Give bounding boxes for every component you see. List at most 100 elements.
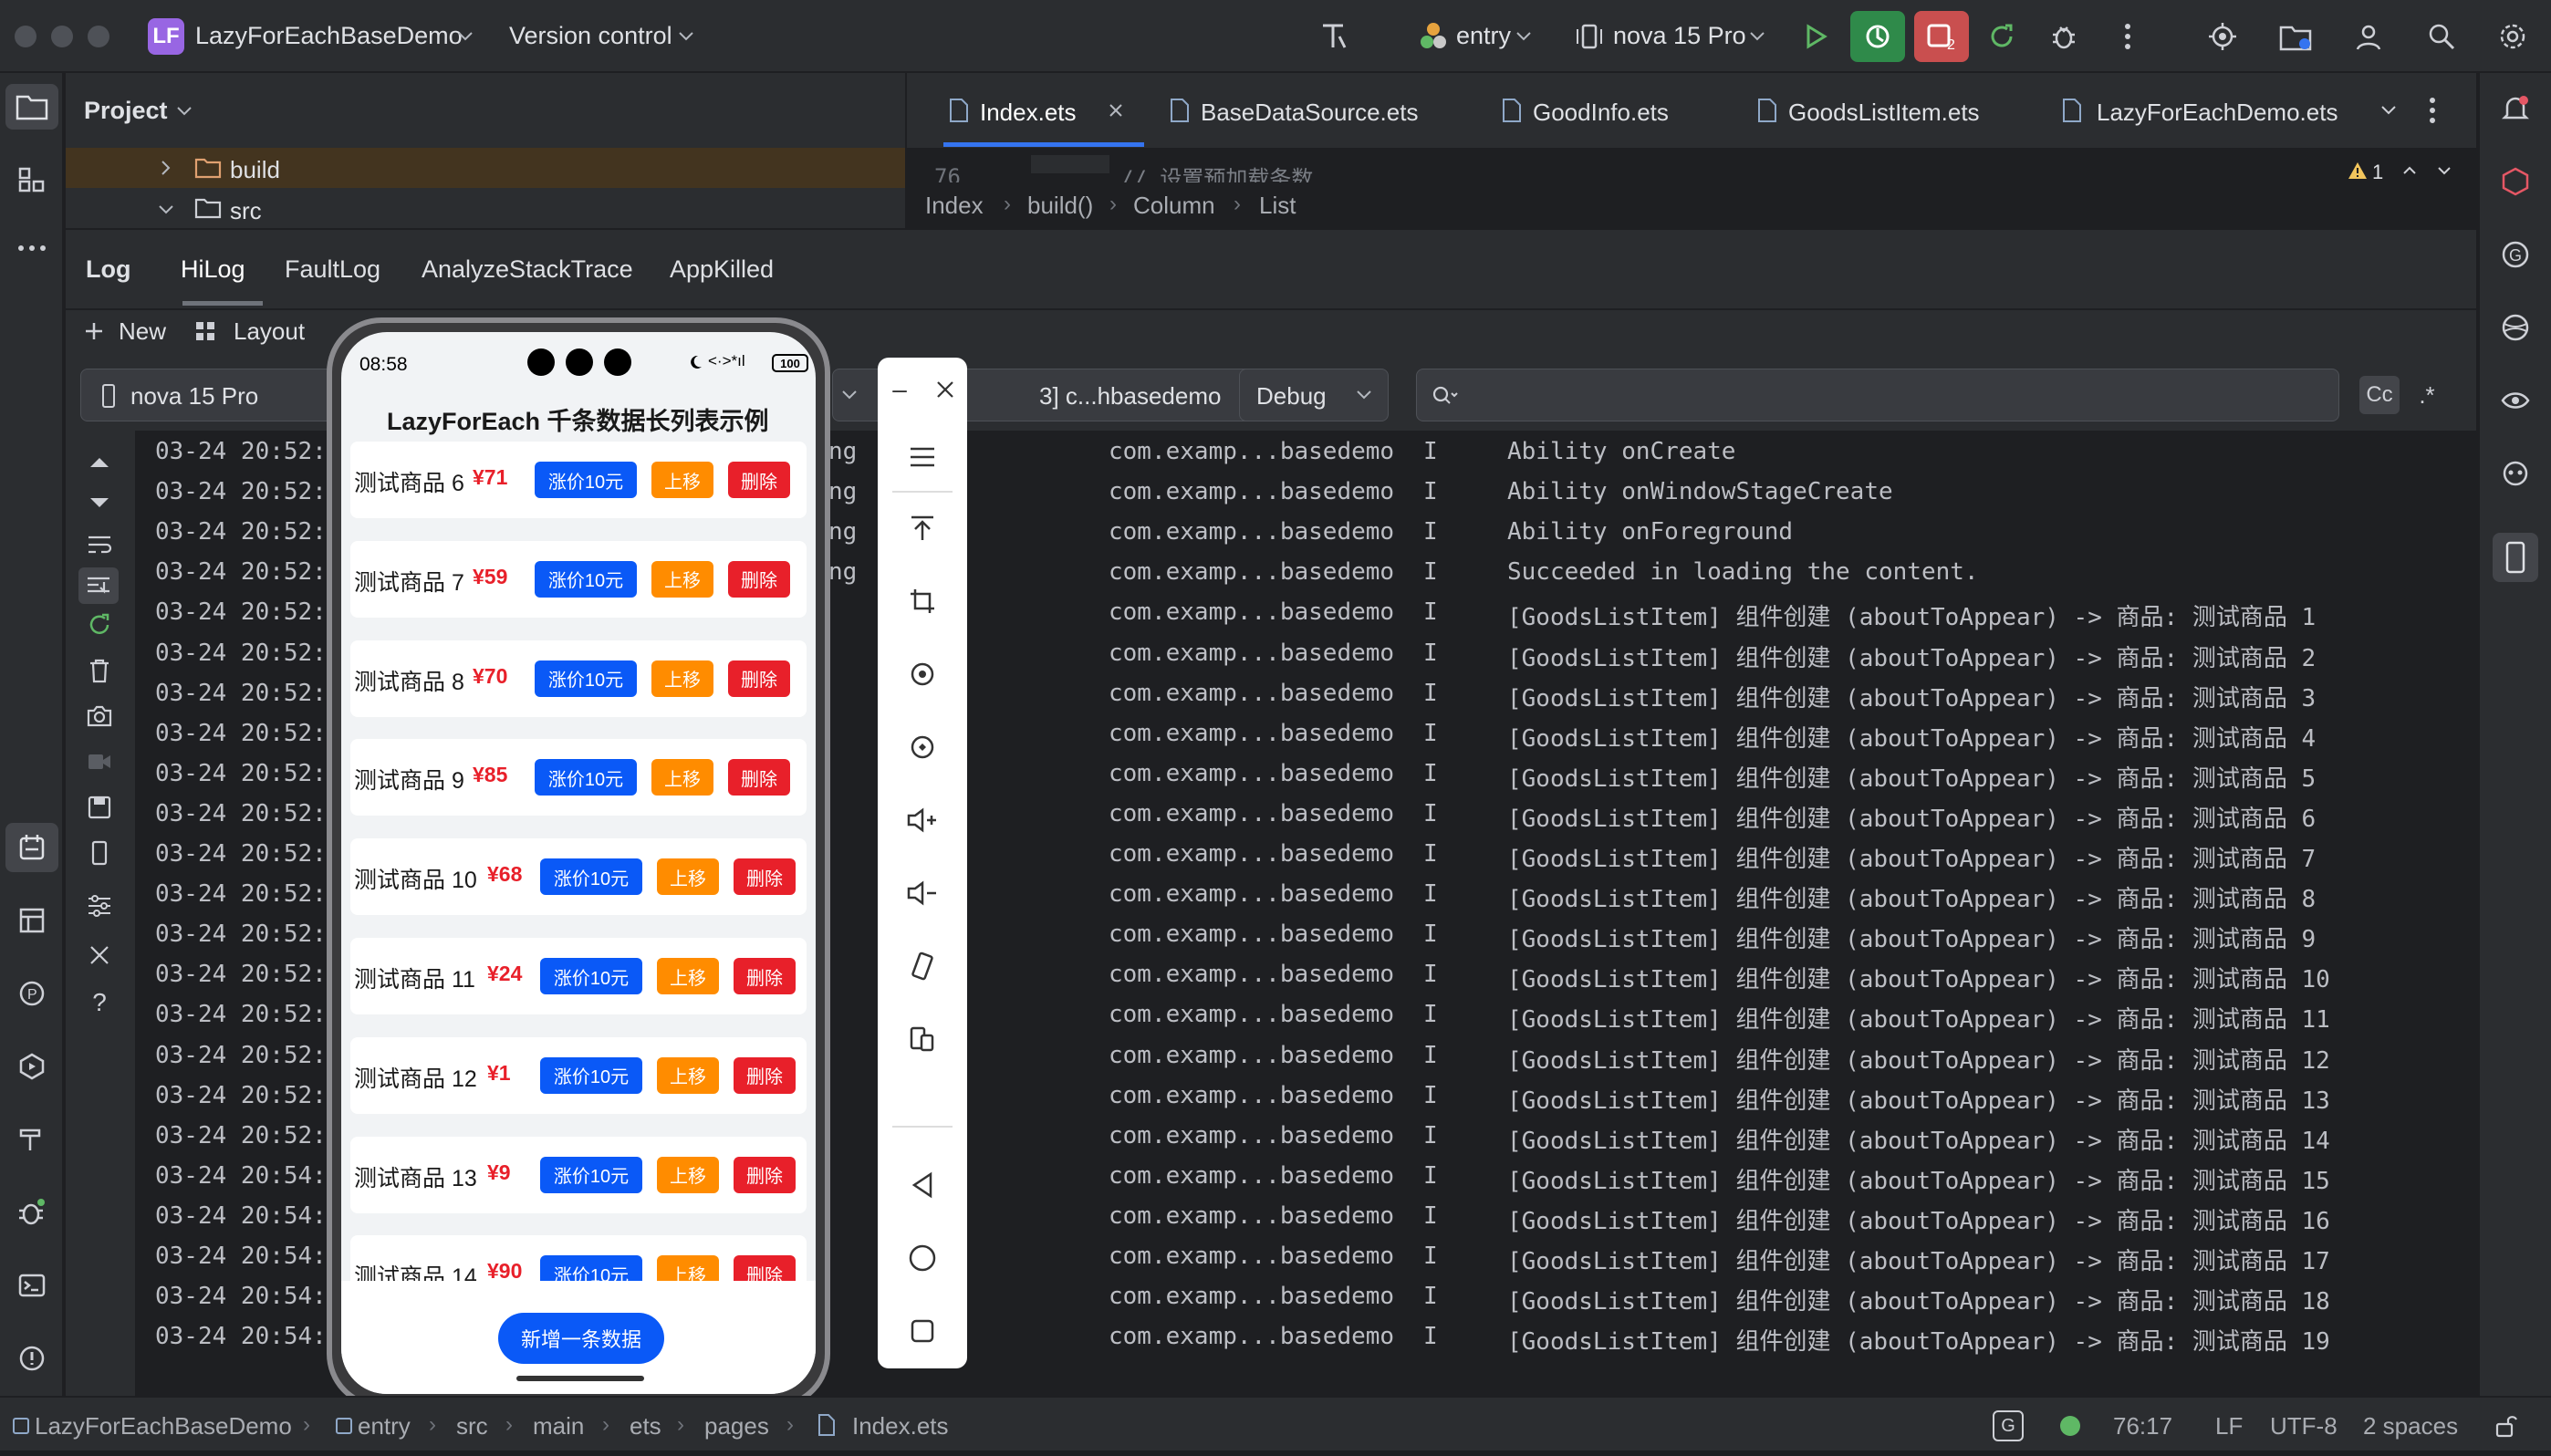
- device-filter-select[interactable]: nova 15 Pro: [80, 369, 363, 421]
- tab-analyzestacktrace[interactable]: AnalyzeStackTrace: [422, 255, 633, 284]
- apply-changes-icon[interactable]: [1850, 11, 1905, 62]
- status-breadcrumb-main[interactable]: main: [533, 1412, 584, 1440]
- more-vertical-icon[interactable]: [2108, 16, 2148, 57]
- more-horizontal-icon[interactable]: [5, 230, 58, 266]
- more-vertical-icon[interactable]: [2421, 95, 2443, 126]
- tree-row-src[interactable]: src: [66, 192, 905, 228]
- notifications-bell-icon[interactable]: [2493, 86, 2538, 131]
- device-manager-icon[interactable]: [2493, 533, 2538, 582]
- goods-list-item[interactable]: 测试商品 10 ¥68 涨价10元 上移 删除: [350, 838, 807, 916]
- debug-icon[interactable]: [2044, 16, 2084, 57]
- move-up-button[interactable]: 上移: [657, 1156, 719, 1193]
- close-icon[interactable]: [929, 376, 962, 403]
- raise-price-button[interactable]: 涨价10元: [540, 1156, 642, 1193]
- scroll-up-icon[interactable]: [84, 449, 115, 476]
- breadcrumb-index[interactable]: Index: [925, 192, 984, 220]
- tab-basedatasource[interactable]: BaseDataSource.ets: [1162, 73, 1436, 148]
- window-maximize-button[interactable]: [88, 26, 109, 47]
- volume-up-icon[interactable]: [900, 797, 945, 843]
- recents-square-icon[interactable]: [900, 1308, 945, 1354]
- log-tool-icon[interactable]: [5, 823, 58, 872]
- add-icon[interactable]: [80, 317, 108, 345]
- move-up-button[interactable]: 上移: [657, 858, 719, 896]
- breadcrumb-build[interactable]: build(): [1027, 192, 1093, 220]
- restart-icon[interactable]: [84, 609, 115, 640]
- raise-price-button[interactable]: 涨价10元: [535, 660, 637, 697]
- tree-row-build[interactable]: build: [66, 148, 905, 188]
- scroll-down-icon[interactable]: [84, 489, 115, 516]
- status-breadcrumb-project[interactable]: LazyForEachBaseDemo: [35, 1412, 292, 1440]
- globe-icon[interactable]: [2493, 305, 2538, 350]
- back-triangle-icon[interactable]: [900, 1162, 945, 1208]
- tab-faultlog[interactable]: FaultLog: [285, 255, 380, 284]
- clear-trash-icon[interactable]: [84, 655, 115, 686]
- tab-appkilled[interactable]: AppKilled: [670, 255, 774, 284]
- debug-bug-icon[interactable]: [5, 1188, 58, 1237]
- build-hammer-icon[interactable]: [5, 1115, 58, 1164]
- video-record-icon[interactable]: [84, 746, 115, 777]
- goods-list-item[interactable]: 测试商品 13 ¥9 涨价10元 上移 删除: [350, 1136, 807, 1213]
- goods-list-item[interactable]: 测试商品 7 ¥59 涨价10元 上移 删除: [350, 540, 807, 618]
- cursor-position[interactable]: 76:17: [2113, 1412, 2172, 1440]
- delete-button[interactable]: 删除: [734, 1056, 796, 1094]
- line-separator[interactable]: LF: [2215, 1412, 2243, 1440]
- new-tab-button[interactable]: New: [119, 317, 166, 346]
- chevron-down-icon[interactable]: [2434, 162, 2454, 179]
- eye-icon[interactable]: [2493, 378, 2538, 423]
- breadcrumb-column[interactable]: Column: [1133, 192, 1215, 220]
- project-name[interactable]: LazyForEachBaseDemo: [195, 22, 463, 50]
- rotate-left-icon[interactable]: [900, 651, 945, 697]
- raise-price-button[interactable]: 涨价10元: [540, 858, 642, 896]
- connection-status-dot[interactable]: [2060, 1416, 2080, 1436]
- text-tool-icon[interactable]: [1314, 16, 1354, 57]
- goods-list-item[interactable]: 测试商品 12 ¥1 涨价10元 上移 删除: [350, 1036, 807, 1114]
- run-config-select[interactable]: entry: [1456, 22, 1511, 50]
- goods-list-item[interactable]: 测试商品 9 ¥85 涨价10元 上移 删除: [350, 739, 807, 816]
- project-panel-title[interactable]: Project: [84, 97, 168, 125]
- goods-list-item[interactable]: 测试商品 11 ¥24 涨价10元 上移 删除: [350, 938, 807, 1014]
- status-breadcrumb-entry[interactable]: entry: [358, 1412, 411, 1440]
- close-icon[interactable]: [84, 940, 115, 971]
- device-icon[interactable]: [84, 837, 115, 868]
- chevron-up-icon[interactable]: [2400, 162, 2420, 179]
- delete-button[interactable]: 删除: [728, 660, 790, 697]
- multi-device-icon[interactable]: [900, 1016, 945, 1062]
- layout-grid-icon[interactable]: [192, 317, 219, 345]
- raise-price-button[interactable]: 涨价10元: [535, 759, 637, 796]
- close-tab-icon[interactable]: [1106, 100, 1126, 120]
- delete-button[interactable]: 删除: [734, 858, 796, 896]
- settings-gear-icon[interactable]: [2493, 16, 2533, 57]
- window-minimize-button[interactable]: [51, 26, 73, 47]
- goods-list-item[interactable]: 测试商品 6 ¥71 涨价10元 上移 删除: [350, 442, 807, 518]
- save-icon[interactable]: [84, 792, 115, 823]
- stop-icon[interactable]: 2: [1914, 11, 1969, 62]
- account-icon[interactable]: [2348, 16, 2389, 57]
- rotate-right-icon[interactable]: [900, 724, 945, 770]
- table-tool-icon[interactable]: [5, 896, 58, 945]
- move-up-button[interactable]: 上移: [651, 660, 713, 697]
- move-up-button[interactable]: 上移: [651, 462, 713, 498]
- add-item-button[interactable]: 新增一条数据: [498, 1313, 664, 1364]
- move-up-button[interactable]: 上移: [657, 1056, 719, 1094]
- soft-wrap-icon[interactable]: [84, 531, 115, 558]
- volume-down-icon[interactable]: [900, 870, 945, 916]
- move-up-button[interactable]: 上移: [651, 560, 713, 598]
- delete-button[interactable]: 删除: [728, 560, 790, 598]
- file-encoding[interactable]: UTF-8: [2270, 1412, 2338, 1440]
- home-indicator[interactable]: [516, 1376, 644, 1381]
- log-panel-title[interactable]: Log: [86, 255, 130, 284]
- raise-price-button[interactable]: 涨价10元: [535, 560, 637, 598]
- raise-price-button[interactable]: 涨价10元: [540, 1056, 642, 1094]
- match-case-toggle[interactable]: Cc: [2359, 376, 2400, 414]
- move-up-button[interactable]: 上移: [657, 958, 719, 994]
- device-select[interactable]: nova 15 Pro: [1613, 22, 1746, 50]
- structure-icon[interactable]: [5, 157, 58, 203]
- status-breadcrumb-ets[interactable]: ets: [630, 1412, 661, 1440]
- scroll-to-end-icon[interactable]: [78, 567, 119, 604]
- profiler-icon[interactable]: P: [5, 969, 58, 1018]
- tabs-overflow-chevron-icon[interactable]: [2378, 100, 2400, 120]
- delete-button[interactable]: 删除: [728, 462, 790, 498]
- level-filter-select[interactable]: Debug: [1239, 369, 1389, 421]
- folder-sync-icon[interactable]: [2275, 16, 2316, 57]
- move-up-button[interactable]: 上移: [651, 759, 713, 796]
